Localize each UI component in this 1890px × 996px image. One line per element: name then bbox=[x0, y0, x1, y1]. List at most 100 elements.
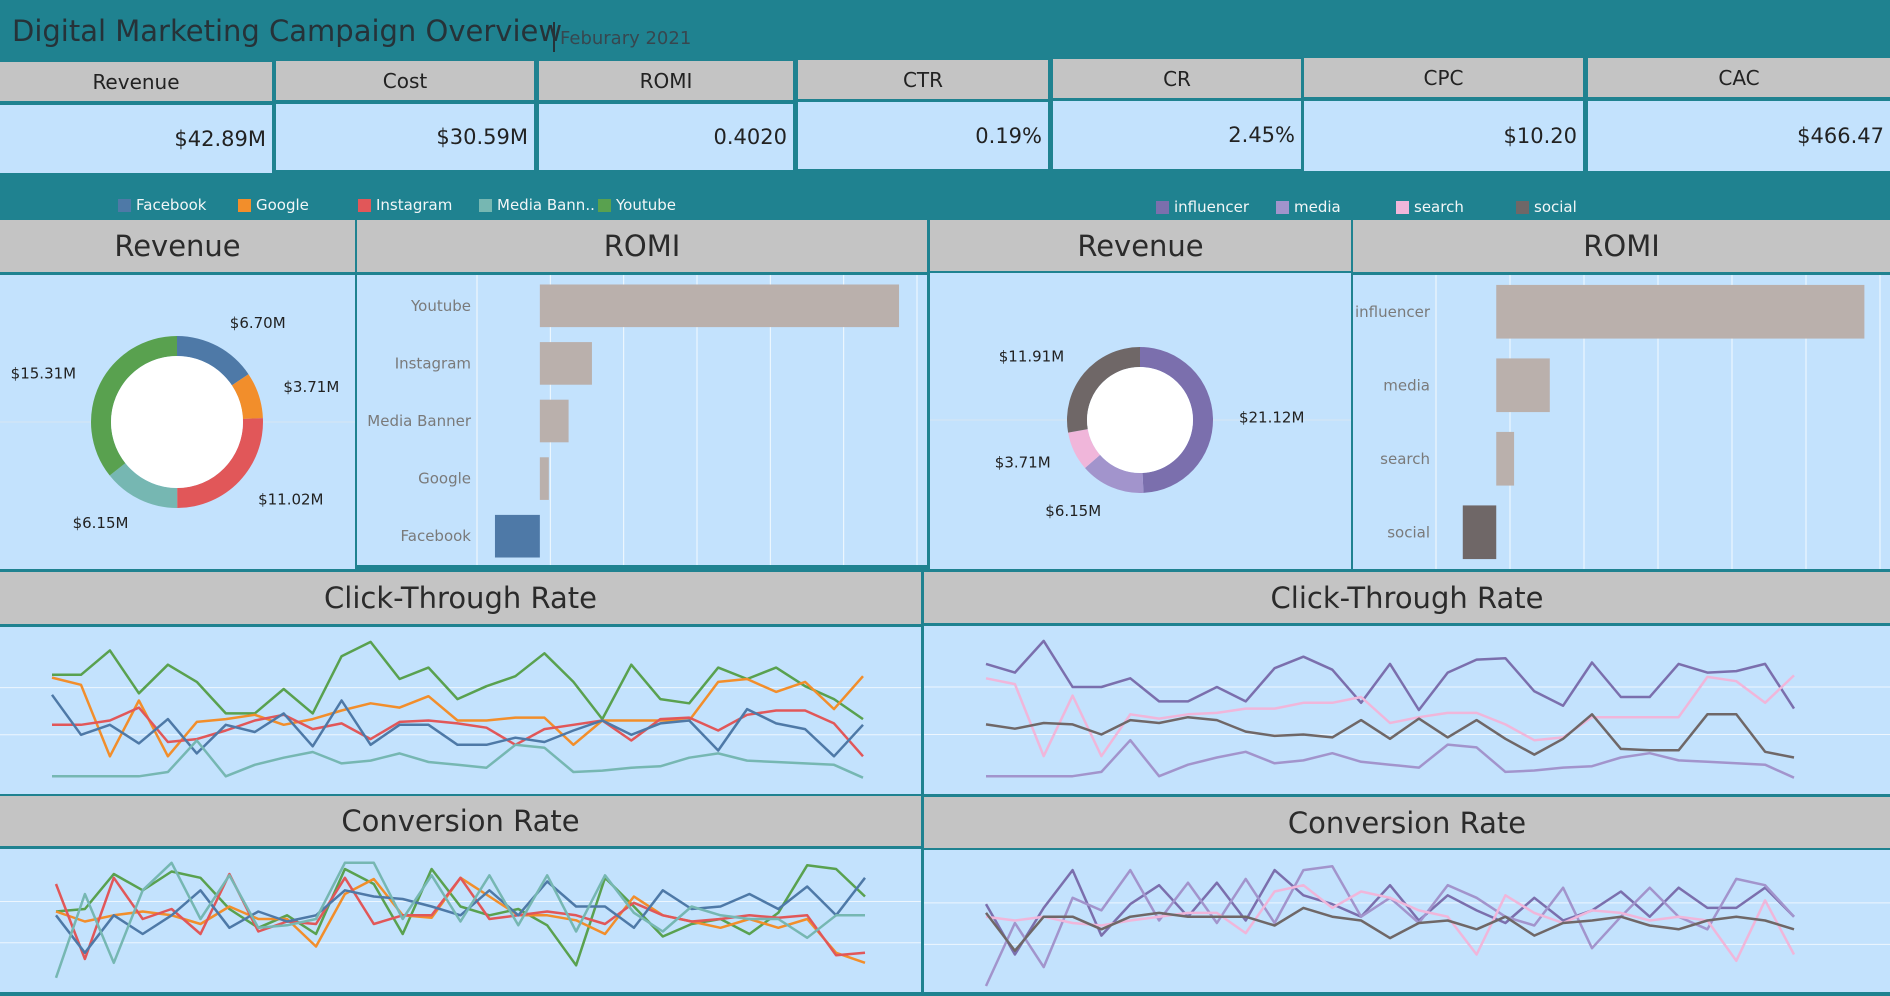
bar-label-influencer: influencer bbox=[1355, 303, 1431, 321]
legend-item-social[interactable]: social bbox=[1516, 198, 1577, 216]
kpi-label: CAC bbox=[1588, 58, 1890, 99]
bar-search bbox=[1496, 431, 1515, 486]
pie-label-google: $3.71M bbox=[283, 378, 339, 396]
panel-ctr-type bbox=[924, 626, 1890, 794]
kpi-label: Revenue bbox=[0, 62, 272, 103]
line-series-facebook bbox=[50, 694, 864, 758]
pie-label-youtube: $15.31M bbox=[11, 364, 76, 382]
line-series-influencer bbox=[985, 639, 1796, 712]
pie-label-facebook: $6.70M bbox=[230, 314, 286, 332]
legend-item-search[interactable]: search bbox=[1396, 198, 1464, 216]
legend-item-instagram[interactable]: Instagram bbox=[358, 196, 452, 214]
kpi-label: Cost bbox=[276, 61, 534, 102]
legend-channel: Facebook Google Instagram Media Bann.. Y… bbox=[0, 196, 900, 218]
section-title-cr-channel: Conversion Rate bbox=[0, 796, 921, 846]
section-title-cr-type: Conversion Rate bbox=[924, 797, 1890, 848]
bar-social bbox=[1462, 505, 1497, 560]
bar-facebook bbox=[494, 514, 540, 558]
section-title-revenue-channel: Revenue bbox=[0, 220, 355, 272]
legend-label: Youtube bbox=[616, 196, 676, 214]
bar-label-media-banner: Media Banner bbox=[367, 412, 472, 430]
panel-divider bbox=[357, 565, 927, 569]
bar-media bbox=[1496, 358, 1550, 413]
chart-ctr-by-channel bbox=[0, 640, 921, 779]
bar-label-youtube: Youtube bbox=[410, 297, 471, 315]
kpi-label: ROMI bbox=[539, 61, 793, 102]
legend-label: Media Bann.. bbox=[497, 196, 595, 214]
panel-cr-type bbox=[924, 850, 1890, 992]
chart-cr-by-type bbox=[924, 865, 1890, 987]
kpi-label: CPC bbox=[1304, 58, 1583, 99]
legend-swatch bbox=[598, 198, 611, 212]
dashboard-header: Digital Marketing Campaign Overview Febu… bbox=[0, 0, 1890, 60]
panel-ctr-channel bbox=[0, 627, 921, 794]
kpi-cr[interactable]: CR 2.45% bbox=[1053, 59, 1301, 169]
panel-romi-type: influencer media search social bbox=[1353, 275, 1890, 569]
line-series-search bbox=[985, 883, 1796, 963]
chart-revenue-by-channel: $6.70M $3.71M $11.02M $6.15M $15.31M bbox=[0, 314, 355, 532]
section-title-ctr-channel: Click-Through Rate bbox=[0, 572, 921, 624]
kpi-cac[interactable]: CAC $466.47 bbox=[1588, 58, 1890, 171]
legend-item-influencer[interactable]: influencer bbox=[1156, 198, 1249, 216]
page-subtitle: Feburary 2021 bbox=[560, 28, 692, 49]
panel-romi-channel: Youtube Instagram Media Banner Google Facebo… bbox=[357, 275, 927, 565]
bar-label-facebook: Facebook bbox=[401, 527, 472, 545]
legend-label: Facebook bbox=[136, 196, 207, 214]
page-title: Digital Marketing Campaign Overview bbox=[12, 14, 563, 48]
legend-label: search bbox=[1414, 198, 1464, 216]
pie-label-media-banner: $6.15M bbox=[73, 514, 129, 532]
legend-item-youtube[interactable]: Youtube bbox=[598, 196, 676, 214]
bar-label-instagram: Instagram bbox=[395, 354, 471, 372]
kpi-value: $10.20 bbox=[1304, 101, 1583, 171]
kpi-label: CTR bbox=[798, 60, 1048, 101]
bar-instagram bbox=[539, 342, 592, 385]
chart-cr-by-channel bbox=[0, 861, 921, 979]
kpi-cost[interactable]: Cost $30.59M bbox=[276, 61, 534, 170]
kpi-value: 0.4020 bbox=[539, 104, 793, 170]
section-title-romi-channel: ROMI bbox=[357, 220, 927, 272]
legend-label: Instagram bbox=[376, 196, 453, 214]
legend-label: influencer bbox=[1174, 198, 1250, 216]
line-series-search bbox=[985, 674, 1795, 758]
bar-media-banner bbox=[539, 399, 569, 443]
legend-swatch bbox=[358, 198, 371, 212]
chart-romi-by-channel: Youtube Instagram Media Banner Google Facebo… bbox=[367, 275, 918, 565]
legend-item-media-banner[interactable]: Media Bann.. bbox=[479, 196, 595, 214]
chart-revenue-by-type: $21.12M $6.15M $3.71M $11.91M bbox=[930, 347, 1351, 520]
kpi-revenue[interactable]: Revenue $42.89M bbox=[0, 62, 272, 173]
chart-romi-by-type: influencer media search social bbox=[1355, 275, 1881, 569]
bar-google bbox=[539, 457, 549, 500]
bar-label-google: Google bbox=[418, 470, 471, 488]
bar-influencer bbox=[1496, 284, 1865, 339]
legend-label: social bbox=[1534, 198, 1577, 216]
pie-label-media: $6.15M bbox=[1045, 502, 1101, 520]
legend-swatch bbox=[238, 198, 251, 212]
legend-swatch bbox=[1516, 200, 1529, 214]
bar-label-search: search bbox=[1380, 450, 1430, 468]
pie-label-instagram: $11.02M bbox=[258, 490, 323, 508]
kpi-ctr[interactable]: CTR 0.19% bbox=[798, 60, 1048, 169]
bar-youtube bbox=[539, 284, 900, 328]
kpi-label: CR bbox=[1053, 59, 1301, 100]
legend-label: media bbox=[1294, 198, 1341, 216]
pie-center bbox=[1087, 367, 1193, 473]
kpi-value: 2.45% bbox=[1053, 101, 1301, 169]
legend-item-media[interactable]: media bbox=[1276, 198, 1341, 216]
bar-label-social: social bbox=[1387, 523, 1430, 541]
legend-item-google[interactable]: Google bbox=[238, 196, 309, 214]
pie-label-search: $3.71M bbox=[995, 454, 1051, 472]
section-title-revenue-type: Revenue bbox=[930, 220, 1351, 271]
legend-swatch bbox=[1396, 200, 1409, 214]
section-title-romi-type: ROMI bbox=[1353, 220, 1890, 272]
legend-swatch bbox=[118, 198, 131, 212]
legend-item-facebook[interactable]: Facebook bbox=[118, 196, 206, 214]
kpi-romi[interactable]: ROMI 0.4020 bbox=[539, 61, 793, 170]
section-title-ctr-type: Click-Through Rate bbox=[924, 572, 1890, 623]
panel-revenue-channel: $6.70M $3.71M $11.02M $6.15M $15.31M bbox=[0, 275, 355, 569]
legend-swatch bbox=[1276, 200, 1289, 214]
legend-campaign-type: influencer media search social bbox=[1150, 198, 1850, 220]
bar-label-media: media bbox=[1383, 376, 1430, 394]
kpi-cpc[interactable]: CPC $10.20 bbox=[1304, 58, 1583, 171]
line-series-social bbox=[985, 713, 1795, 759]
panel-revenue-type: $21.12M $6.15M $3.71M $11.91M bbox=[930, 273, 1351, 569]
